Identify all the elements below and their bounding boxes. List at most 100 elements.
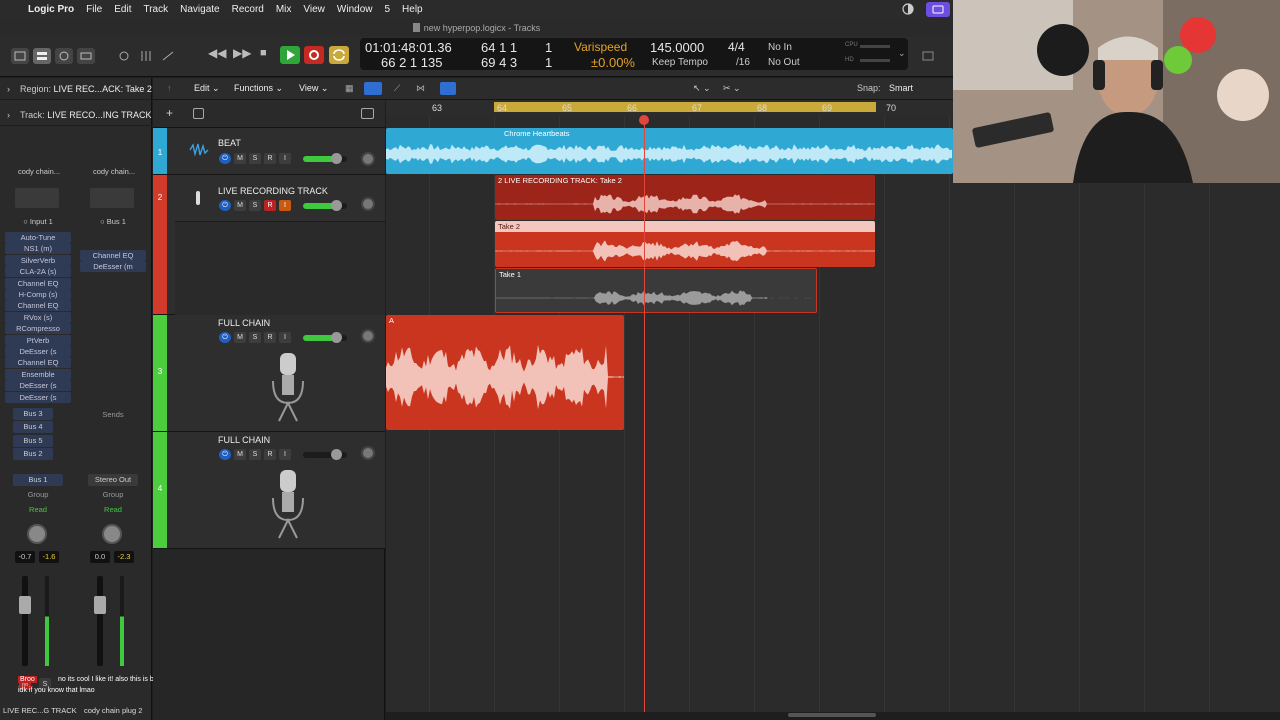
global-tracks-icon[interactable]	[361, 108, 374, 119]
menu-app-name[interactable]: Logic Pro	[28, 4, 74, 15]
track-name[interactable]: FULL CHAIN	[218, 318, 270, 328]
menu-edit[interactable]: Edit	[114, 4, 131, 15]
toolbar-button[interactable]	[77, 48, 95, 64]
editors-icon[interactable]	[159, 48, 177, 64]
plugin-slot[interactable]: Ensemble	[5, 368, 71, 380]
tempo-mode[interactable]: Keep Tempo	[652, 57, 708, 68]
plugin-slot[interactable]: RVox (s)	[5, 311, 71, 323]
lcd-in[interactable]: No In	[768, 42, 792, 53]
menu-track[interactable]: Track	[143, 4, 168, 15]
smart-controls-icon[interactable]	[115, 48, 133, 64]
tempo-value[interactable]: 145.0000	[650, 40, 704, 55]
strip1-setting[interactable]: cody chain...	[11, 166, 67, 178]
track-solo-button[interactable]: S	[249, 200, 261, 211]
track-name[interactable]: BEAT	[218, 138, 241, 148]
plugin-slot[interactable]: H-Comp (s)	[5, 289, 71, 300]
plugin-slot[interactable]: CLA-2A (s)	[5, 266, 71, 278]
add-track-icon[interactable]: +	[166, 106, 173, 120]
send-slot[interactable]: Bus 4	[13, 421, 53, 434]
strip2-fader-track[interactable]	[97, 576, 103, 666]
track-header-full-chain-1[interactable]: 3 FULL CHAIN ⏻ M S R I	[153, 315, 385, 432]
track-power-button[interactable]: ⏻	[219, 200, 231, 211]
track-header-live-recording[interactable]: 2 LIVE RECORDING TRACK ⏻ M S R I	[153, 175, 385, 315]
disclosure-chevron-icon[interactable]: ›	[7, 104, 10, 126]
strip2-group[interactable]: Group	[88, 489, 138, 501]
screen-record-icon[interactable]	[926, 2, 950, 17]
strip2-input[interactable]: ○ Bus 1	[88, 216, 138, 228]
lcd-out[interactable]: No Out	[768, 57, 800, 68]
track-mute-button[interactable]: M	[234, 200, 246, 211]
snap-value[interactable]: Smart	[889, 83, 913, 93]
track-volume-slider[interactable]	[303, 200, 347, 211]
plugin-slot[interactable]: DeEsser (m	[80, 261, 146, 273]
play-button[interactable]	[280, 46, 300, 64]
plugin-slot[interactable]: SilverVerb	[5, 254, 71, 266]
strip2-output[interactable]: Stereo Out	[88, 474, 138, 486]
track-pan-knob[interactable]	[361, 329, 375, 343]
track-header-full-chain-2[interactable]: 4 FULL CHAIN ⏻ M S R I	[153, 432, 385, 549]
strip2-pan-knob[interactable]	[102, 524, 122, 544]
horizontal-scrollbar-thumb[interactable]	[788, 713, 876, 717]
track-record-button[interactable]: R	[264, 332, 276, 343]
strip1-output[interactable]: Bus 1	[13, 474, 63, 486]
menu-window[interactable]: Window	[337, 4, 373, 15]
track-input-monitor-button[interactable]: I	[279, 449, 291, 460]
take-1-region[interactable]: Take 1	[495, 268, 817, 313]
track-solo-button[interactable]: S	[249, 332, 261, 343]
inspector-button[interactable]	[33, 48, 51, 64]
menu-view[interactable]: View	[303, 4, 325, 15]
track-volume-slider[interactable]	[303, 449, 347, 460]
pointer-tool-icon[interactable]: ↖ ⌄	[693, 83, 711, 94]
functions-menu[interactable]: Functions ⌄	[234, 83, 283, 94]
track-record-button[interactable]: R	[264, 449, 276, 460]
track-solo-button[interactable]: S	[249, 153, 261, 164]
list-view-icon[interactable]	[364, 82, 382, 95]
marquee-tool-icon[interactable]: ✂ ⌄	[723, 83, 741, 94]
strip1-fader-track[interactable]	[22, 576, 28, 666]
time-division[interactable]: /16	[736, 57, 750, 68]
plugin-slot[interactable]: Auto-Tune	[5, 232, 71, 243]
track-mute-button[interactable]: M	[234, 449, 246, 460]
time-signature[interactable]: 4/4	[728, 40, 745, 54]
disclosure-chevron-icon[interactable]: ›	[7, 78, 10, 100]
track-pan-knob[interactable]	[361, 446, 375, 460]
plugin-slot[interactable]: DeEsser (s	[5, 346, 71, 357]
plugin-slot[interactable]: Channel EQ	[5, 357, 71, 369]
view-menu[interactable]: View ⌄	[299, 83, 328, 94]
track-record-button[interactable]: R	[264, 200, 276, 211]
beat-region[interactable]: Chrome Heartbeats	[386, 128, 953, 174]
catch-playhead-icon[interactable]	[440, 82, 456, 95]
track-input-monitor-button[interactable]: I	[279, 153, 291, 164]
menu-record[interactable]: Record	[232, 4, 264, 15]
track-power-button[interactable]: ⏻	[219, 153, 231, 164]
lcd-menu-chevron-icon[interactable]: ⌄	[898, 48, 906, 59]
strip1-eq-thumbnail[interactable]	[15, 188, 59, 208]
edit-menu[interactable]: Edit ⌄	[194, 83, 220, 94]
send-slot[interactable]: Bus 2	[13, 447, 53, 460]
strip1-pan-knob[interactable]	[27, 524, 47, 544]
full-chain-region[interactable]: A	[386, 315, 624, 430]
plugin-slot[interactable]: DeEsser (s	[5, 380, 71, 392]
track-volume-slider[interactable]	[303, 153, 347, 164]
send-slot[interactable]: Bus 5	[13, 434, 53, 447]
track-solo-button[interactable]: S	[249, 449, 261, 460]
track-pan-knob[interactable]	[361, 197, 375, 211]
track-name[interactable]: LIVE RECORDING TRACK	[218, 186, 328, 196]
strip2-setting[interactable]: cody chain...	[86, 166, 142, 178]
list-editors-icon[interactable]	[919, 48, 937, 64]
track-power-button[interactable]: ⏻	[219, 332, 231, 343]
strip2-automation[interactable]: Read	[88, 504, 138, 516]
quick-help-button[interactable]	[55, 48, 73, 64]
comp-region[interactable]: 2 LIVE RECORDING TRACK: Take 2	[495, 175, 875, 220]
strip2-volume[interactable]: 0.0	[90, 551, 110, 563]
control-center-icon[interactable]	[902, 3, 914, 15]
cycle-button[interactable]	[329, 46, 349, 64]
automation-icon[interactable]: ⟋	[394, 83, 400, 94]
record-button[interactable]	[304, 46, 324, 64]
strip1-fader-knob[interactable]	[19, 596, 31, 614]
track-mute-button[interactable]: M	[234, 153, 246, 164]
fast-forward-button[interactable]: ▶▶	[233, 46, 251, 60]
cycle-region[interactable]	[494, 102, 876, 112]
playhead-handle[interactable]	[639, 115, 649, 125]
plugin-slot[interactable]: PtVerb	[5, 334, 71, 346]
